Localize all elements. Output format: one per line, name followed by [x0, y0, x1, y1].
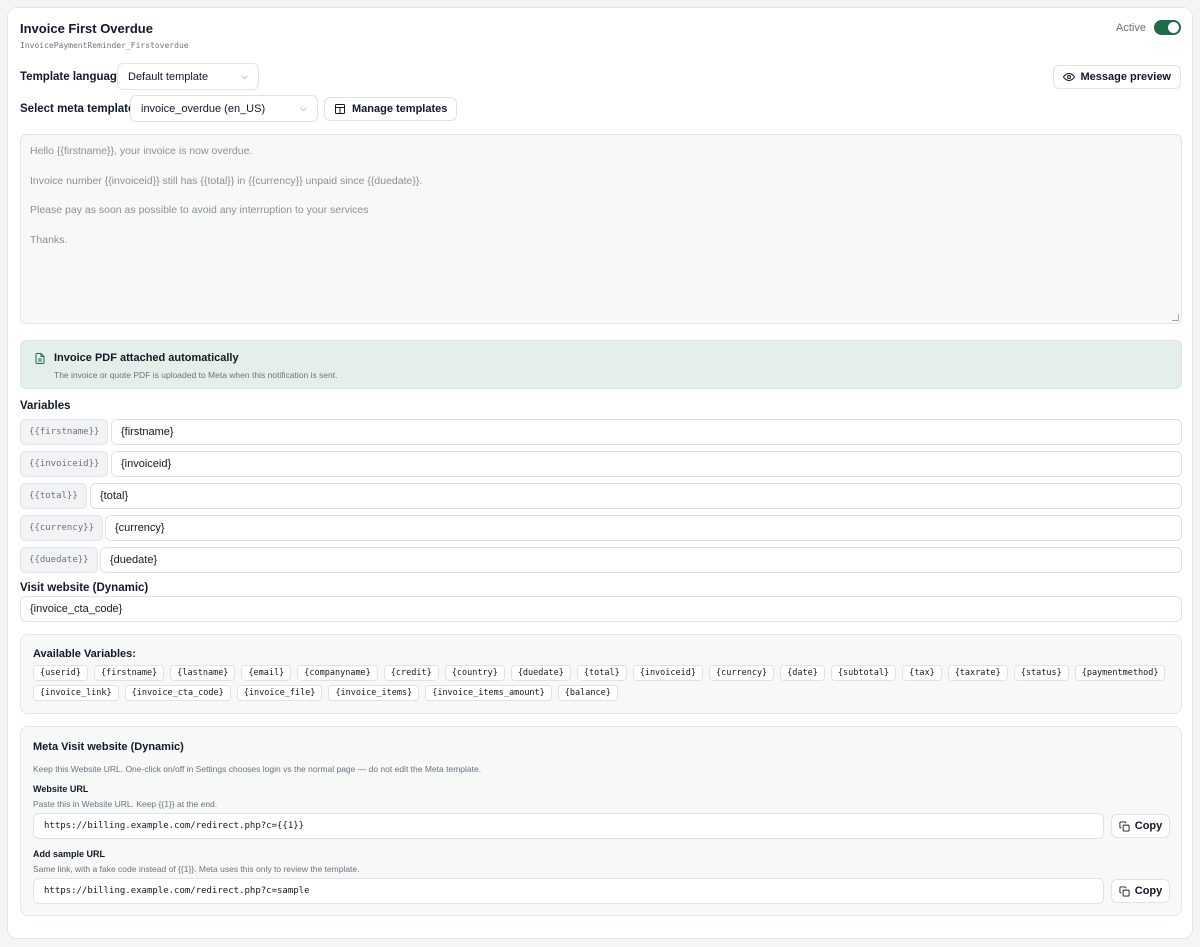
sample-url-title: Add sample URL	[33, 849, 106, 859]
banner-description: The invoice or quote PDF is uploaded to …	[54, 370, 338, 380]
meta-visit-description: Keep this Website URL. One-click on/off …	[33, 764, 482, 774]
variable-chip[interactable]: {total}	[576, 665, 627, 681]
message-line: Hello {{firstname}}, your invoice is now…	[30, 145, 253, 157]
copy-sample-url-button[interactable]: Copy	[1111, 879, 1170, 903]
variable-chip[interactable]: {invoiceid}	[632, 665, 703, 681]
variable-chip[interactable]: {lastname}	[170, 665, 236, 681]
page-title: Invoice First Overdue	[20, 21, 153, 36]
variable-chip[interactable]: {email}	[241, 665, 292, 681]
website-url-field[interactable]: https://billing.example.com/redirect.php…	[33, 813, 1104, 839]
chevron-down-icon: ⌵	[241, 71, 248, 81]
eye-icon	[1062, 72, 1075, 82]
template-language-select[interactable]: Default template ⌵	[117, 63, 259, 90]
variable-key-total: {{total}}	[20, 483, 87, 509]
variable-key-duedate: {{duedate}}	[20, 547, 98, 573]
message-line: Thanks.	[30, 233, 68, 246]
variable-value-input[interactable]: {currency}	[105, 515, 1182, 541]
document-icon	[35, 353, 45, 364]
template-identifier: InvoicePaymentReminder_Firstoverdue	[20, 41, 189, 50]
manage-templates-button[interactable]: Manage templates	[324, 97, 458, 121]
variable-chip[interactable]: {subtotal}	[830, 665, 897, 681]
available-variables-title: Available Variables:	[33, 648, 136, 660]
variable-key-invoiceid: {{invoiceid}}	[20, 451, 109, 477]
variable-chip[interactable]: {paymentmethod}	[1074, 665, 1166, 681]
message-line: Invoice number {{invoiceid}} still has {…	[30, 174, 423, 187]
variable-value-input[interactable]: {total}	[90, 483, 1182, 509]
active-label: Active	[1116, 21, 1146, 34]
variable-chip[interactable]: {country}	[444, 665, 505, 681]
available-variables-panel: Available Variables: {userid} {firstname}…	[20, 634, 1182, 714]
notification-card: Invoice First Overdue InvoicePaymentRemi…	[7, 7, 1193, 939]
variable-chip[interactable]: {invoice_link}	[33, 685, 119, 701]
variable-value-input[interactable]: {invoiceid}	[111, 451, 1182, 477]
website-url-hint: Paste this in Website URL. Keep {{1}} at…	[33, 799, 218, 809]
variable-chip[interactable]: {invoice_items}	[328, 685, 420, 701]
variable-chip[interactable]: {date}	[780, 665, 825, 681]
active-toggle[interactable]	[1154, 20, 1181, 35]
variable-chip[interactable]: {balance}	[557, 685, 618, 701]
meta-visit-website-panel: Meta Visit website (Dynamic) Keep this W…	[20, 726, 1182, 916]
message-line: Please pay as soon as possible to avoid …	[30, 204, 369, 216]
variable-value-input[interactable]: {duedate}	[100, 547, 1182, 573]
copy-label: Copy	[1134, 885, 1163, 897]
template-icon	[335, 104, 345, 114]
message-preview-label: Message preview	[1080, 71, 1172, 83]
variables-label: Variables	[20, 400, 71, 412]
copy-icon	[1119, 820, 1130, 832]
variable-chip[interactable]: {duedate}	[510, 665, 571, 681]
variable-value-input[interactable]: {firstname}	[111, 419, 1182, 445]
variable-chip[interactable]: {tax}	[902, 665, 942, 681]
active-toggle-group: Active	[1116, 20, 1181, 35]
variable-chip[interactable]: {credit}	[383, 665, 439, 681]
meta-template-select[interactable]: invoice_overdue (en_US) ⌵	[130, 95, 318, 122]
template-language-label: Template language	[20, 71, 124, 83]
variable-chip[interactable]: {taxrate}	[947, 665, 1008, 681]
copy-icon	[1119, 885, 1130, 897]
sample-url-field[interactable]: https://billing.example.com/redirect.php…	[33, 878, 1104, 904]
variable-chip[interactable]: {userid}	[33, 665, 88, 681]
variable-chip[interactable]: {status}	[1013, 665, 1069, 681]
toggle-knob	[1168, 22, 1179, 33]
message-body-textarea[interactable]: Hello {{firstname}}, your invoice is now…	[20, 134, 1182, 324]
message-preview-button[interactable]: Message preview	[1052, 65, 1181, 89]
variable-key-currency: {{currency}}	[20, 515, 104, 541]
banner-title: Invoice PDF attached automatically	[54, 352, 239, 364]
copy-website-url-button[interactable]: Copy	[1111, 814, 1170, 838]
manage-templates-label: Manage templates	[352, 103, 448, 115]
sample-url-hint: Same link, with a fake code instead of {…	[33, 864, 360, 874]
variable-chip[interactable]: {invoice_items_amount}	[425, 685, 552, 701]
chevron-down-icon: ⌵	[300, 103, 307, 113]
meta-template-value: invoice_overdue (en_US)	[141, 102, 266, 115]
visit-website-label: Visit website (Dynamic)	[20, 582, 149, 594]
variable-chip[interactable]: {firstname}	[93, 665, 165, 681]
variable-chip[interactable]: {companyname}	[297, 665, 378, 681]
visit-website-input[interactable]: {invoice_cta_code}	[20, 596, 1182, 622]
website-url-title: Website URL	[33, 784, 89, 794]
pdf-attached-banner: Invoice PDF attached automatically The i…	[20, 340, 1182, 389]
variable-chip[interactable]: {invoice_cta_code}	[124, 685, 231, 701]
template-language-value: Default template	[128, 70, 209, 83]
meta-template-label: Select meta template	[20, 103, 135, 115]
variable-chip[interactable]: {currency}	[709, 665, 775, 681]
variable-key-firstname: {{firstname}}	[20, 419, 109, 445]
resize-handle[interactable]	[1172, 314, 1179, 321]
variable-chip[interactable]: {invoice_file}	[236, 685, 323, 701]
variable-chip-list: {userid} {firstname} {lastname} {email} {com…	[33, 665, 1173, 701]
copy-label: Copy	[1134, 820, 1163, 832]
meta-visit-title: Meta Visit website (Dynamic)	[33, 741, 184, 753]
